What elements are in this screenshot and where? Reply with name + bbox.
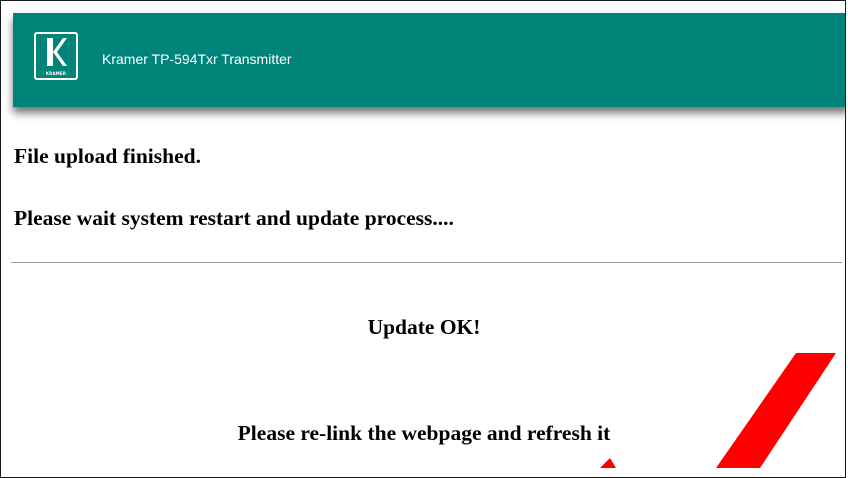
app-header-bar: KRAMER Kramer TP-594Txr Transmitter (13, 13, 845, 107)
divider (11, 262, 842, 263)
relink-instruction-message: Please re-link the webpage and refresh i… (237, 421, 611, 445)
browser-page-frame: KRAMER Kramer TP-594Txr Transmitter File… (0, 0, 846, 478)
page-title: Kramer TP-594Txr Transmitter (102, 51, 292, 67)
upload-finished-message: File upload finished. (14, 144, 201, 168)
restart-wait-message: Please wait system restart and update pr… (14, 206, 454, 230)
update-status-message: Update OK! (367, 315, 481, 339)
kramer-logo-icon: KRAMER (34, 32, 78, 80)
logo-wordmark: KRAMER (45, 71, 67, 76)
